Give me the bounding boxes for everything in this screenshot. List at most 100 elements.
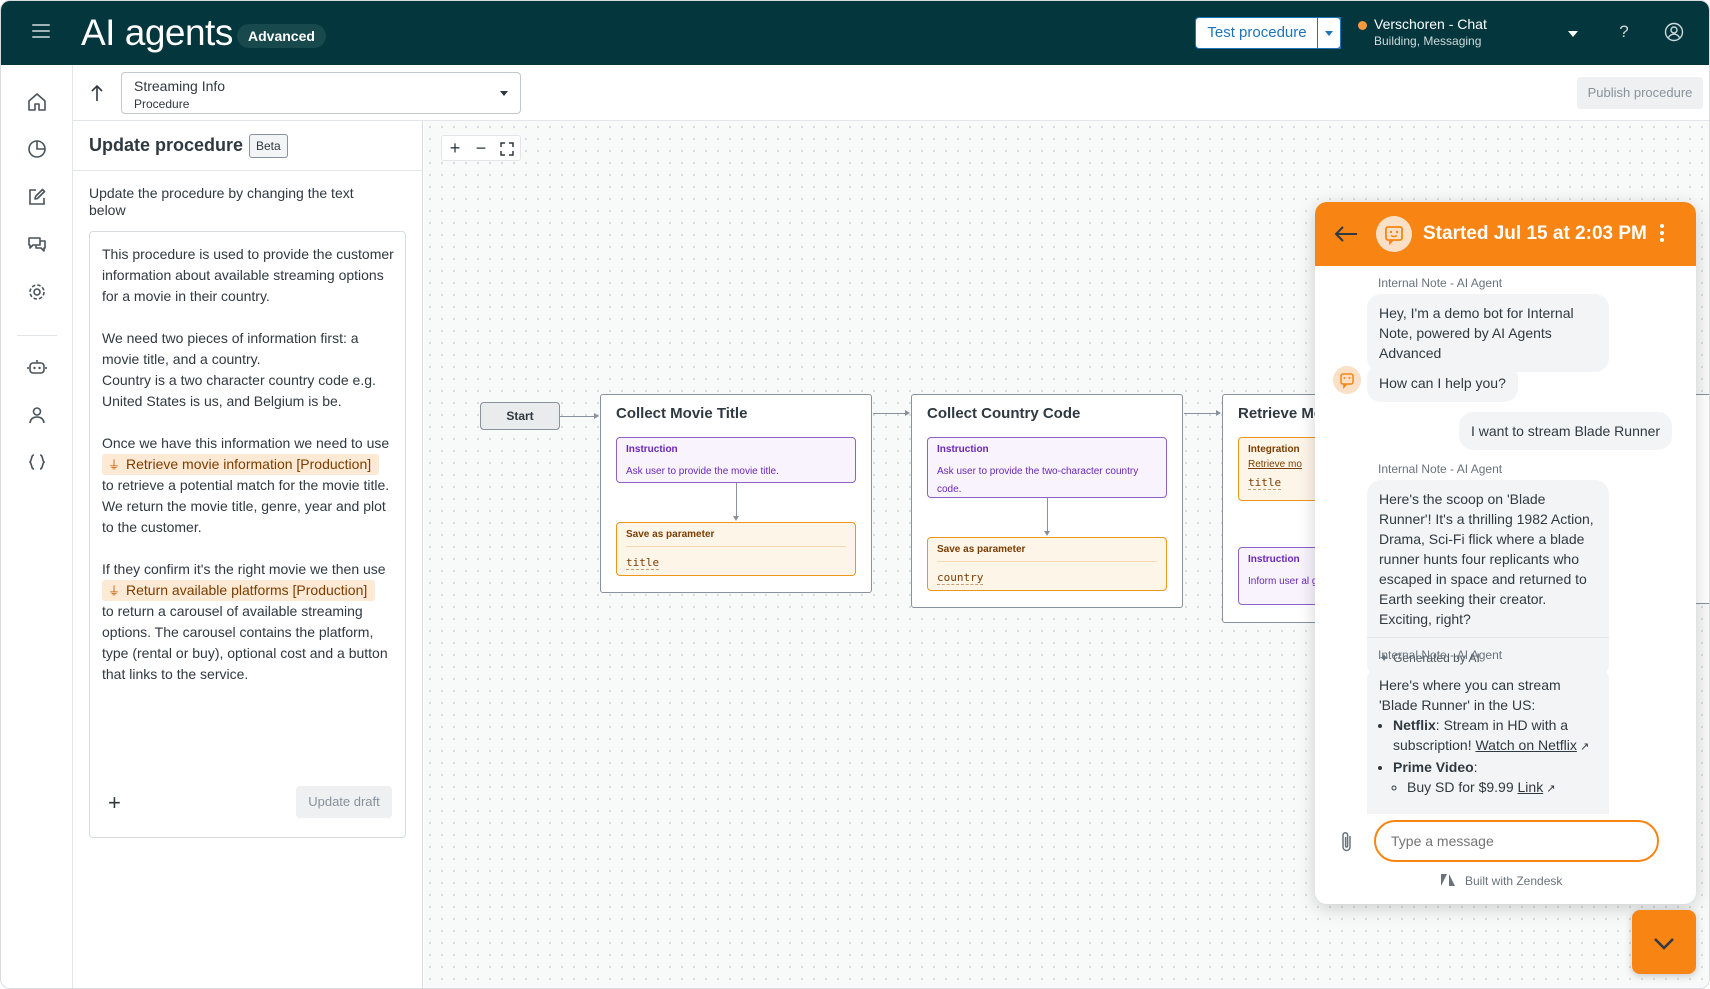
chevron-down-icon	[500, 91, 508, 96]
step-node[interactable]: Collect Country Code Instruction Ask use…	[911, 394, 1183, 608]
platform-name: Prime Video	[1393, 759, 1474, 775]
beta-badge: Beta	[249, 134, 288, 158]
chevron-down-icon	[1654, 938, 1674, 950]
message-input[interactable]	[1391, 831, 1641, 851]
tier-badge: Advanced	[237, 24, 326, 48]
settings-icon[interactable]	[26, 281, 48, 303]
parameter-name: country	[937, 571, 984, 585]
step-node[interactable]: Collect Movie Title Instruction Ask user…	[600, 394, 872, 593]
list-item: Netflix: Stream in HD with a subscriptio…	[1393, 715, 1597, 757]
more-options-icon[interactable]	[1660, 224, 1666, 244]
panel-title: Update procedure	[89, 135, 244, 155]
save-parameter-label: Save as parameter	[937, 544, 1157, 562]
test-procedure-dropdown[interactable]	[1317, 17, 1341, 49]
procedure-type: Procedure	[134, 97, 190, 111]
zoom-out-icon[interactable]: −	[468, 137, 494, 161]
bot-message-text: Here's the scoop on 'Blade Runner'! It's…	[1379, 491, 1594, 627]
update-draft-button[interactable]: Update draft	[296, 786, 392, 818]
fit-screen-icon[interactable]	[494, 137, 520, 161]
analytics-icon[interactable]	[26, 138, 48, 160]
integration-chip-label: Retrieve movie information [Production]	[126, 456, 372, 472]
step-title: Retrieve Mo	[1238, 405, 1324, 422]
external-link-icon: ↗	[1576, 741, 1590, 753]
chat-title: Started Jul 15 at 2:03 PM	[1423, 223, 1647, 244]
watch-link[interactable]: Watch on Netflix	[1475, 737, 1576, 753]
bot-icon[interactable]	[26, 356, 48, 378]
external-link-icon: ↗	[1543, 783, 1556, 795]
arrow-up-icon[interactable]	[89, 83, 105, 103]
back-arrow-icon[interactable]	[1333, 224, 1359, 244]
zoom-in-icon[interactable]: +	[442, 137, 468, 161]
message-sender-label: Internal Note - AI Agent	[1378, 648, 1503, 662]
add-icon[interactable]: +	[108, 792, 121, 814]
start-node[interactable]: Start	[480, 402, 560, 430]
channel-name[interactable]: Verschoren - Chat	[1374, 16, 1487, 32]
built-with-label: Built with Zendesk	[1465, 874, 1563, 888]
bot-message: Hey, I'm a demo bot for Internal Note, p…	[1367, 294, 1609, 372]
save-parameter-block[interactable]: Save as parameter title	[616, 522, 856, 576]
integration-chip[interactable]: ⏚ Return available platforms [Production]	[102, 580, 376, 601]
connector-arrow	[905, 410, 910, 416]
chevron-down-icon[interactable]	[1568, 31, 1578, 37]
integration-chip[interactable]: ⏚ Retrieve movie information [Production]	[102, 454, 380, 475]
help-icon[interactable]: ?	[1614, 22, 1634, 42]
parameter-name: title	[626, 556, 660, 570]
editor-content[interactable]: This procedure is used to provide the cu…	[102, 244, 397, 706]
connector	[873, 413, 906, 414]
bot-avatar	[1376, 216, 1412, 252]
conversations-icon[interactable]	[26, 233, 48, 255]
code-braces-icon[interactable]	[26, 451, 48, 473]
connector-arrow	[1216, 410, 1221, 416]
plug-icon: ⏚	[108, 458, 121, 472]
editor-paragraph: This procedure is used to provide the cu…	[102, 246, 394, 304]
step-title: Collect Movie Title	[616, 405, 748, 422]
editor-sentence: We need two pieces of information first:…	[102, 330, 359, 367]
bot-avatar-small	[1333, 366, 1361, 394]
nav-divider	[17, 335, 57, 336]
account-icon[interactable]	[1664, 22, 1684, 42]
save-parameter-label: Save as parameter	[626, 529, 846, 547]
publish-procedure-button[interactable]: Publish procedure	[1577, 77, 1703, 109]
editor-paragraph: If they confirm it's the right movie we …	[102, 559, 397, 685]
chat-transcript[interactable]: Internal Note - AI Agent Hey, I'm a demo…	[1315, 266, 1696, 814]
menu-icon[interactable]	[32, 24, 50, 38]
procedure-select[interactable]: Streaming Info Procedure	[121, 72, 521, 114]
user-message: I want to stream Blade Runner	[1459, 412, 1673, 450]
editor-paragraph: Once we have this information we need to…	[102, 433, 397, 538]
app-title: AI agents	[81, 12, 233, 53]
platform-detail: Buy SD for $9.99	[1407, 779, 1514, 795]
parameter-name: title	[1248, 476, 1282, 490]
edit-icon[interactable]	[26, 186, 48, 208]
message-input-field[interactable]	[1374, 820, 1659, 862]
instruction-text: Ask user to provide the movie title.	[626, 466, 779, 477]
connector-arrow	[594, 413, 599, 419]
paperclip-icon[interactable]	[1338, 830, 1356, 854]
step-title: Collect Country Code	[927, 405, 1081, 422]
connector-arrow	[1044, 531, 1050, 536]
home-icon[interactable]	[26, 91, 48, 113]
instruction-block[interactable]: Instruction Ask user to provide the two-…	[927, 437, 1167, 498]
editor-sentence: to retrieve a potential match for the mo…	[102, 477, 390, 535]
watch-link[interactable]: Link	[1518, 779, 1544, 795]
editor-sentence: If they confirm it's the right movie we …	[102, 561, 386, 577]
chat-launcher-button[interactable]	[1632, 910, 1696, 974]
save-parameter-block[interactable]: Save as parameter country	[927, 537, 1167, 591]
app-window: AI agents Advanced Test procedure Versch…	[0, 0, 1710, 989]
editor-sentence: to return a carousel of available stream…	[102, 603, 388, 682]
test-procedure-label: Test procedure	[1207, 24, 1307, 41]
user-icon[interactable]	[26, 404, 48, 426]
instruction-block[interactable]: Instruction Ask user to provide the movi…	[616, 437, 856, 483]
panel-description: Update the procedure by changing the tex…	[89, 185, 354, 218]
procedure-name: Streaming Info	[134, 78, 226, 94]
procedure-editor[interactable]: This procedure is used to provide the cu…	[89, 231, 406, 838]
message-sender-label: Internal Note - AI Agent	[1378, 462, 1503, 476]
procedure-toolbar: Streaming Info Procedure Publish procedu…	[73, 65, 1709, 121]
editor-paragraph: We need two pieces of information first:…	[102, 328, 397, 412]
connector-arrow	[733, 516, 739, 521]
bot-message: Here's where you can stream 'Blade Runne…	[1367, 666, 1609, 814]
instruction-text: Ask user to provide the two-character co…	[937, 466, 1139, 495]
channel-subtitle: Building, Messaging	[1374, 34, 1482, 48]
status-dot	[1358, 21, 1367, 30]
connector	[1184, 413, 1217, 414]
platform-list: Netflix: Stream in HD with a subscriptio…	[1379, 715, 1597, 799]
